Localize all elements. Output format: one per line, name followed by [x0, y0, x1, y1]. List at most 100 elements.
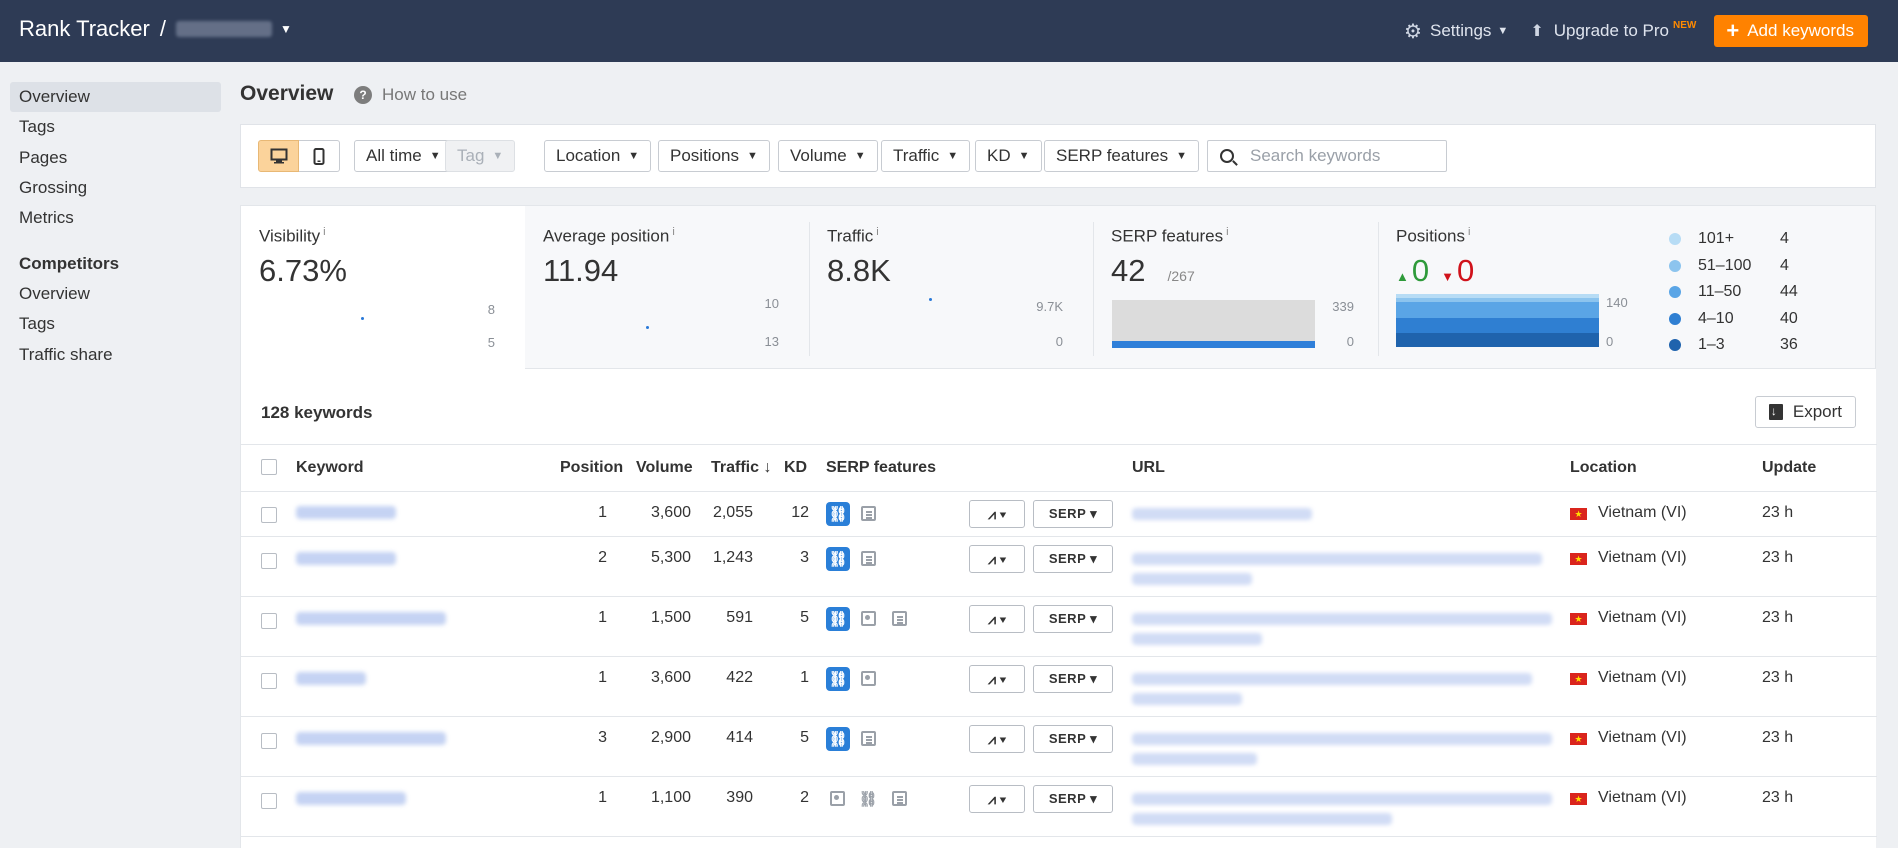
upgrade-link[interactable]: ⬆ Upgrade to Pro NEW	[1530, 20, 1696, 41]
url-blurred[interactable]	[1132, 613, 1552, 625]
keyword-blurred[interactable]	[296, 612, 446, 625]
sidebar-item-overview[interactable]: Overview	[10, 82, 221, 112]
serp-button[interactable]: SERP ▾	[1033, 665, 1113, 693]
position-history-button[interactable]: ⩘ ▾	[969, 545, 1025, 573]
sidebar-item-tags[interactable]: Tags	[10, 112, 221, 142]
desktop-icon	[270, 148, 287, 164]
link-icon[interactable]: ⛓	[826, 727, 850, 751]
traffic-filter[interactable]: Traffic ▼	[881, 140, 971, 172]
row-checkbox[interactable]	[261, 673, 277, 689]
kd-filter[interactable]: KD ▼	[975, 140, 1042, 172]
row-checkbox[interactable]	[261, 613, 277, 629]
location-filter[interactable]: Location ▼	[544, 140, 652, 172]
legend-item-1-3[interactable]: 1–3 36	[1669, 332, 1820, 359]
sidebar-item-grossing[interactable]: Grossing	[10, 173, 221, 203]
visibility-label: Visibility i	[259, 226, 326, 246]
legend-item-101-plus[interactable]: 101+ 4	[1669, 226, 1820, 253]
serp-button[interactable]: SERP ▾	[1033, 500, 1113, 528]
update-cell: 23 h	[1762, 729, 1794, 746]
position-history-button[interactable]: ⩘ ▾	[969, 605, 1025, 633]
legend-item-51-100[interactable]: 51–100 4	[1669, 253, 1820, 280]
sidebar-item-competitors-tags[interactable]: Tags	[10, 309, 221, 339]
sidebar-item-traffic-share[interactable]: Traffic share	[10, 340, 221, 370]
link-icon[interactable]: ⛓	[826, 607, 850, 631]
table-row[interactable]: 3 2,900 414 5 ⛓ ⩘ ▾ SERP ▾ ★ Vietnam (VI…	[241, 717, 1877, 777]
table-row[interactable]: 1 1,500 591 5 ⛓ ⩘ ▾ SERP ▾ ★ Vietnam (VI…	[241, 597, 1877, 657]
serp-button[interactable]: SERP ▾	[1033, 545, 1113, 573]
settings-menu[interactable]: ⚙ Settings ▼	[1404, 19, 1508, 44]
keyword-blurred[interactable]	[296, 506, 396, 519]
average-position-metric[interactable]: Average position i 11.94 10 13	[525, 206, 809, 370]
column-kd[interactable]: KD	[784, 459, 807, 477]
column-location[interactable]: Location	[1570, 459, 1637, 477]
desktop-toggle[interactable]	[258, 140, 299, 172]
serp-button[interactable]: SERP ▾	[1033, 785, 1113, 813]
position-history-button[interactable]: ⩘ ▾	[969, 725, 1025, 753]
column-keyword[interactable]: Keyword	[296, 459, 364, 477]
positions-filter[interactable]: Positions ▼	[658, 140, 770, 172]
volume-filter[interactable]: Volume ▼	[778, 140, 878, 172]
tag-filter[interactable]: Tag ▼	[445, 140, 516, 172]
search-input[interactable]	[1250, 146, 1430, 166]
link-icon[interactable]: ⛓	[856, 787, 880, 811]
table-row[interactable]: 2 5,300 1,243 3 ⛓ ⩘ ▾ SERP ▾ ★ Vietnam (…	[241, 537, 1877, 597]
keyword-blurred[interactable]	[296, 552, 396, 565]
visibility-metric[interactable]: Visibility i 6.73% 8 5	[241, 206, 525, 370]
row-checkbox[interactable]	[261, 553, 277, 569]
traffic-metric[interactable]: Traffic i 8.8K 9.7K 0	[809, 206, 1093, 370]
time-filter[interactable]: All time ▼	[354, 140, 453, 172]
serp-button[interactable]: SERP ▾	[1033, 605, 1113, 633]
url-blurred[interactable]	[1132, 673, 1532, 685]
column-url[interactable]: URL	[1132, 459, 1165, 477]
chevron-down-icon[interactable]: ▼	[280, 22, 292, 36]
keyword-blurred[interactable]	[296, 732, 446, 745]
column-traffic[interactable]: Traffic ↓	[711, 459, 771, 477]
export-button[interactable]: Export	[1754, 396, 1856, 428]
keyword-blurred[interactable]	[296, 792, 406, 805]
link-icon[interactable]: ⛓	[826, 502, 850, 526]
serp-button[interactable]: SERP ▾	[1033, 725, 1113, 753]
competitors-heading: Competitors	[19, 254, 120, 273]
url-blurred[interactable]	[1132, 733, 1552, 745]
keyword-blurred[interactable]	[296, 672, 366, 685]
url-blurred[interactable]	[1132, 508, 1312, 520]
row-checkbox[interactable]	[261, 793, 277, 809]
legend-item-11-50[interactable]: 11–50 44	[1669, 279, 1820, 306]
serp-features-filter[interactable]: SERP features ▼	[1044, 140, 1200, 172]
table-row[interactable]: 1 3,600 422 1 ⛓ ⩘ ▾ SERP ▾ ★ Vietnam (VI…	[241, 657, 1877, 717]
url-blurred[interactable]	[1132, 553, 1542, 565]
column-serp-features[interactable]: SERP features	[826, 459, 936, 477]
info-icon[interactable]: i	[672, 226, 674, 238]
column-update[interactable]: Update	[1762, 459, 1816, 477]
positions-filter-label: Positions	[670, 146, 739, 165]
serp-features-metric[interactable]: SERP features i 42/267 339 0	[1093, 206, 1378, 370]
mobile-toggle[interactable]	[299, 140, 340, 172]
sidebar-item-metrics[interactable]: Metrics	[10, 203, 221, 233]
info-icon[interactable]: i	[1468, 226, 1470, 238]
info-icon[interactable]: i	[1226, 226, 1228, 238]
info-icon[interactable]: i	[323, 226, 325, 238]
how-to-use-link[interactable]: ? How to use	[354, 85, 467, 105]
info-icon[interactable]: i	[876, 226, 878, 238]
link-icon[interactable]: ⛓	[826, 667, 850, 691]
project-name-blurred[interactable]	[175, 21, 272, 37]
column-volume[interactable]: Volume	[636, 459, 693, 477]
row-checkbox[interactable]	[261, 507, 277, 523]
table-row[interactable]: 1 1,100 390 2 ⛓ ⩘ ▾ SERP ▾ ★ Vietnam (VI…	[241, 777, 1877, 837]
app-title[interactable]: Rank Tracker	[19, 16, 150, 42]
volume-cell: 5,300	[650, 549, 691, 566]
url-blurred[interactable]	[1132, 793, 1552, 805]
add-keywords-button[interactable]: + Add keywords	[1714, 15, 1868, 47]
position-history-button[interactable]: ⩘ ▾	[969, 500, 1025, 528]
how-to-use-label: How to use	[382, 85, 468, 104]
row-checkbox[interactable]	[261, 733, 277, 749]
legend-item-4-10[interactable]: 4–10 40	[1669, 306, 1820, 333]
sidebar-item-pages[interactable]: Pages	[10, 143, 221, 173]
table-row[interactable]: 1 3,600 2,055 12 ⛓ ⩘ ▾ SERP ▾ ★ Vietnam …	[241, 492, 1877, 537]
position-history-button[interactable]: ⩘ ▾	[969, 665, 1025, 693]
link-icon[interactable]: ⛓	[826, 547, 850, 571]
column-position[interactable]: Position	[560, 459, 623, 477]
position-history-button[interactable]: ⩘ ▾	[969, 785, 1025, 813]
sidebar-item-competitors-overview[interactable]: Overview	[10, 279, 221, 309]
select-all-checkbox[interactable]	[261, 459, 277, 475]
